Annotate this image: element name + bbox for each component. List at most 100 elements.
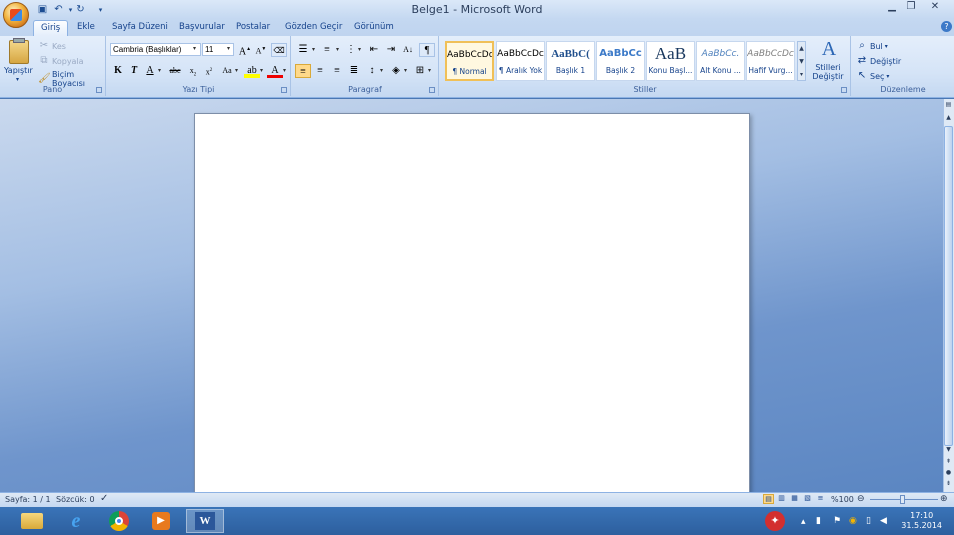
font-name-dropdown-icon[interactable]: ▾ (193, 45, 196, 52)
underline-icon[interactable]: A (142, 64, 158, 78)
shading-icon[interactable]: ◈ (388, 64, 404, 78)
subscript-icon[interactable]: x2 (185, 64, 201, 78)
paste-icon[interactable] (9, 40, 29, 64)
tab-ekle[interactable]: Ekle (70, 20, 102, 36)
shrink-font-icon[interactable]: A▼ (253, 43, 269, 57)
underline-dropdown-icon[interactable]: ▾ (158, 67, 161, 74)
zoom-out-icon[interactable]: ⊖ (857, 494, 865, 504)
bold-icon[interactable]: K (110, 64, 126, 78)
tab-gorunum[interactable]: Görünüm (347, 20, 401, 36)
help-icon[interactable]: ? (941, 21, 952, 32)
print-layout-icon[interactable]: ▤ (763, 494, 774, 504)
zoom-in-icon[interactable]: ⊕ (940, 494, 948, 504)
zoom-level[interactable]: %100 (831, 495, 854, 504)
restore-icon[interactable]: ❐ (903, 1, 919, 15)
browse-object-icon[interactable]: ● (944, 469, 953, 478)
office-button[interactable] (3, 2, 29, 28)
full-screen-reading-icon[interactable]: ▥ (776, 494, 787, 504)
select-button[interactable]: ↖ Seç ▾ (856, 70, 890, 82)
style-alt-konu[interactable]: AaBbCc. Alt Konu ... (696, 41, 745, 81)
chrome-icon[interactable] (100, 509, 138, 533)
close-icon[interactable]: ✕ (927, 1, 943, 15)
change-case-icon[interactable]: Aa (219, 64, 235, 78)
style-baslik-2[interactable]: AaBbCc Başlık 2 (596, 41, 645, 81)
paragraph-launcher-icon[interactable] (429, 87, 435, 93)
style-baslik-1[interactable]: AaBbC(Başlık 1 (546, 41, 595, 81)
update-icon[interactable]: ◉ (849, 516, 857, 526)
ruler-toggle-icon[interactable]: ▤ (944, 101, 953, 110)
tab-basvurular[interactable]: Başvurular (172, 20, 232, 36)
replace-button[interactable]: ⇄ Değiştir (856, 55, 901, 67)
next-page-icon[interactable]: ⇟ (944, 480, 953, 489)
action-center-icon[interactable]: ⚑ (833, 516, 841, 526)
tab-gozden-gecir[interactable]: Gözden Geçir (278, 20, 349, 36)
draft-icon[interactable]: ≡ (815, 494, 826, 504)
word-taskbar-icon[interactable]: W (186, 509, 224, 533)
clear-format-icon[interactable]: ⌫ (271, 43, 287, 57)
increase-indent-icon[interactable]: ⇥ (383, 43, 399, 57)
zoom-slider-thumb[interactable] (900, 495, 905, 504)
change-case-dropdown-icon[interactable]: ▾ (235, 67, 238, 74)
align-right-icon[interactable]: ≡ (329, 64, 345, 78)
line-spacing-dropdown-icon[interactable]: ▾ (380, 67, 383, 74)
network-icon[interactable]: ▮ (816, 516, 821, 526)
file-explorer-icon[interactable] (13, 509, 51, 533)
proofing-icon[interactable]: ✓ (100, 493, 108, 504)
styles-gallery-scroll[interactable]: ▲ ▼ ▾ (797, 41, 806, 81)
scroll-thumb[interactable] (944, 126, 953, 446)
borders-icon[interactable]: ⊞ (412, 64, 428, 78)
style-normal[interactable]: AaBbCcDc ¶ Normal (445, 41, 494, 81)
tab-postalar[interactable]: Postalar (229, 20, 277, 36)
borders-dropdown-icon[interactable]: ▾ (428, 67, 431, 74)
word-count[interactable]: Sözcük: 0 (56, 495, 95, 504)
battery-icon[interactable]: ▯ (866, 516, 871, 526)
multilevel-list-icon[interactable]: ⋮ (343, 43, 359, 57)
pano-launcher-icon[interactable] (96, 87, 102, 93)
system-clock[interactable]: 17:10 31.5.2014 (901, 511, 942, 531)
paste-dropdown-icon[interactable]: ▾ (16, 76, 19, 83)
page-count[interactable]: Sayfa: 1 / 1 (5, 495, 51, 504)
align-center-icon[interactable]: ≡ (312, 64, 328, 78)
style-konu-basligi[interactable]: AaB Konu Başl... (646, 41, 695, 81)
web-layout-icon[interactable]: ▦ (789, 494, 800, 504)
change-styles-icon[interactable]: A (818, 38, 840, 60)
numbering-icon[interactable]: ≡ (319, 43, 335, 57)
media-player-icon[interactable]: ▶ (142, 509, 180, 533)
font-name-combo[interactable]: Cambria (Başlıklar) (110, 43, 201, 56)
line-spacing-icon[interactable]: ↕ (364, 64, 380, 78)
shading-dropdown-icon[interactable]: ▾ (404, 67, 407, 74)
bullets-icon[interactable]: ☰ (295, 43, 311, 57)
numbering-dropdown-icon[interactable]: ▾ (336, 46, 339, 53)
copy-button[interactable]: ⧉ Kopyala (38, 55, 83, 67)
styles-launcher-icon[interactable] (841, 87, 847, 93)
show-hidden-icons-icon[interactable]: ▴ (801, 517, 806, 527)
grow-font-icon[interactable]: A▲ (237, 43, 253, 57)
align-left-icon[interactable]: ≡ (295, 64, 311, 78)
scroll-down-icon[interactable]: ▼ (944, 446, 953, 455)
cut-button[interactable]: ✂ Kes (38, 40, 66, 52)
volume-icon[interactable]: ◀ (880, 516, 887, 526)
style-aralik-yok[interactable]: AaBbCcDc ¶ Aralık Yok (496, 41, 545, 81)
italic-icon[interactable]: T (126, 64, 142, 78)
font-size-dropdown-icon[interactable]: ▾ (227, 45, 230, 52)
antivirus-tray-icon[interactable]: ✦ (756, 509, 794, 533)
decrease-indent-icon[interactable]: ⇤ (366, 43, 382, 57)
tab-giris[interactable]: Giriş (33, 20, 69, 36)
tab-sayfa-duzeni[interactable]: Sayfa Düzeni (105, 20, 175, 36)
minimize-icon[interactable]: ▁ (884, 1, 900, 15)
previous-page-icon[interactable]: ⇞ (944, 458, 953, 467)
show-formatting-icon[interactable]: ¶ (419, 43, 435, 57)
superscript-icon[interactable]: x2 (201, 64, 217, 78)
scroll-up-icon[interactable]: ▲ (944, 114, 953, 123)
strikethrough-icon[interactable]: abc (167, 64, 183, 78)
outline-icon[interactable]: ▧ (802, 494, 813, 504)
document-page[interactable] (194, 113, 750, 493)
font-color-dropdown-icon[interactable]: ▾ (283, 67, 286, 74)
change-styles-button[interactable]: Stilleri Değiştir (808, 63, 848, 81)
multilevel-dropdown-icon[interactable]: ▾ (358, 46, 361, 53)
highlight-icon[interactable]: ab (244, 64, 260, 78)
find-button[interactable]: ⌕ Bul ▾ (856, 40, 888, 52)
style-hafif-vurgu[interactable]: AaBbCcDc Hafif Vurg... (746, 41, 795, 81)
highlight-dropdown-icon[interactable]: ▾ (260, 67, 263, 74)
sort-icon[interactable]: A↓ (400, 43, 416, 57)
